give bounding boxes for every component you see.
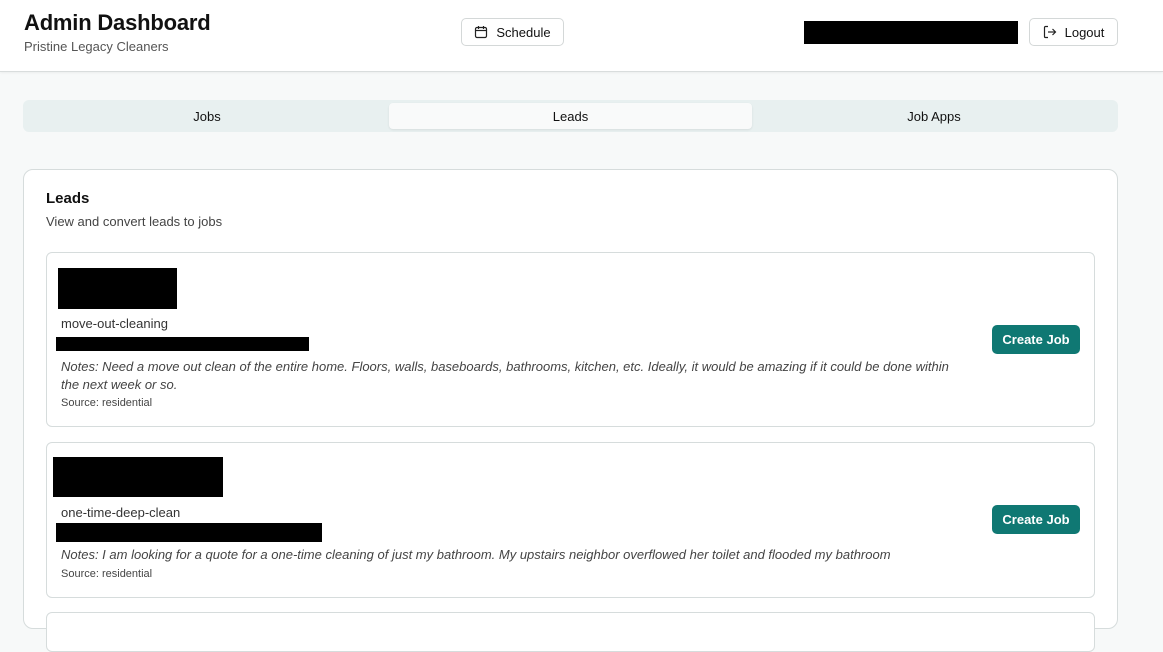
company-name: Pristine Legacy Cleaners: [24, 39, 169, 54]
create-job-button[interactable]: Create Job: [992, 505, 1080, 534]
tab-jobs[interactable]: Jobs: [26, 103, 388, 129]
redacted-lead-name: [53, 457, 223, 497]
leads-card: Leads View and convert leads to jobs mov…: [23, 169, 1118, 652]
lead-service-type: one-time-deep-clean: [61, 505, 181, 520]
lead-notes: Notes: Need a move out clean of the enti…: [61, 359, 949, 392]
page-title: Admin Dashboard: [24, 10, 211, 35]
dashboard-tabs: Jobs Leads Job Apps: [23, 100, 1118, 132]
redacted-user-info: [804, 21, 1018, 44]
lead-notes: Notes: I am looking for a quote for a on…: [61, 547, 891, 562]
lead-item: move-out-cleaning Notes: Need a move out…: [46, 252, 1095, 427]
top-header: Admin Dashboard Pristine Legacy Cleaners…: [0, 0, 1163, 72]
lead-service-type: move-out-cleaning: [61, 316, 168, 331]
create-job-button[interactable]: Create Job: [992, 325, 1080, 354]
schedule-label: Schedule: [496, 24, 551, 40]
leads-card-description: View and convert leads to jobs: [46, 214, 223, 229]
redacted-lead-contact: [56, 337, 309, 351]
logout-label: Logout: [1064, 24, 1105, 40]
redacted-lead-contact: [56, 523, 322, 542]
redacted-lead-name: [58, 268, 177, 309]
lead-source: Source: residential: [61, 568, 153, 580]
schedule-button[interactable]: Schedule: [461, 18, 564, 46]
tab-leads[interactable]: Leads: [389, 103, 752, 129]
logout-icon: [1043, 25, 1056, 39]
lead-item: [46, 612, 1095, 652]
leads-card-title: Leads: [46, 190, 90, 207]
lead-source: Source: residential: [61, 397, 153, 409]
tab-job-apps[interactable]: Job Apps: [753, 103, 1115, 129]
logout-button[interactable]: Logout: [1029, 18, 1118, 46]
calendar-icon: [475, 26, 488, 39]
lead-item: one-time-deep-clean Notes: I am looking …: [46, 442, 1095, 598]
